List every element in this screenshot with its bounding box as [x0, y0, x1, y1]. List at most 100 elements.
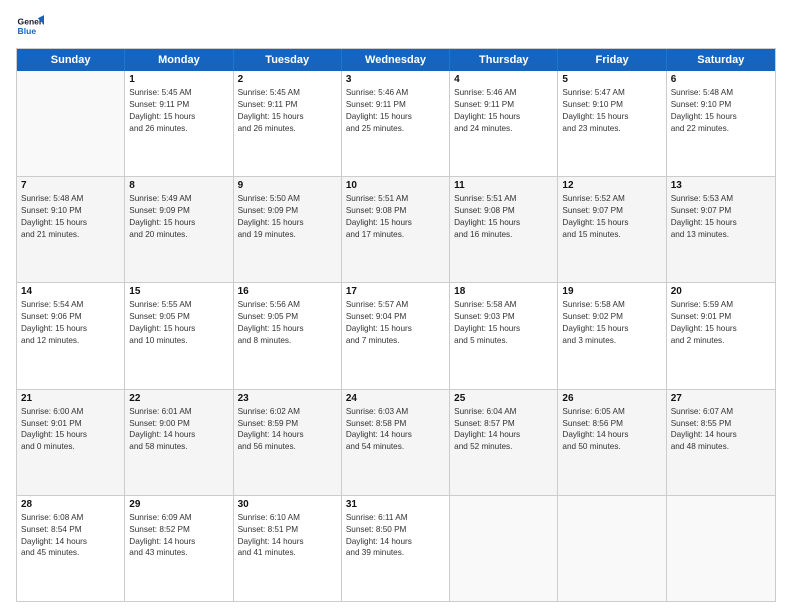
cell-text: and 15 minutes.: [562, 229, 661, 241]
day-number: 9: [238, 180, 337, 191]
day-number: 24: [346, 393, 445, 404]
cell-text: Sunrise: 6:09 AM: [129, 512, 228, 524]
cell-text: and 12 minutes.: [21, 335, 120, 347]
calendar-row: 7Sunrise: 5:48 AMSunset: 9:10 PMDaylight…: [17, 177, 775, 283]
cell-text: Sunset: 9:11 PM: [454, 99, 553, 111]
calendar: SundayMondayTuesdayWednesdayThursdayFrid…: [16, 48, 776, 602]
day-header-sunday: Sunday: [17, 49, 125, 71]
day-number: 23: [238, 393, 337, 404]
day-number: 17: [346, 286, 445, 297]
day-cell-6: 6Sunrise: 5:48 AMSunset: 9:10 PMDaylight…: [667, 71, 775, 176]
day-cell-18: 18Sunrise: 5:58 AMSunset: 9:03 PMDayligh…: [450, 283, 558, 388]
cell-text: Sunrise: 5:58 AM: [454, 299, 553, 311]
day-number: 18: [454, 286, 553, 297]
cell-text: Sunrise: 5:56 AM: [238, 299, 337, 311]
cell-text: Daylight: 15 hours: [671, 111, 771, 123]
cell-text: Sunset: 9:07 PM: [562, 205, 661, 217]
day-number: 28: [21, 499, 120, 510]
cell-text: Sunrise: 5:48 AM: [21, 193, 120, 205]
cell-text: and 21 minutes.: [21, 229, 120, 241]
cell-text: and 50 minutes.: [562, 441, 661, 453]
day-cell-23: 23Sunrise: 6:02 AMSunset: 8:59 PMDayligh…: [234, 390, 342, 495]
day-cell-1: 1Sunrise: 5:45 AMSunset: 9:11 PMDaylight…: [125, 71, 233, 176]
cell-text: Sunset: 8:54 PM: [21, 524, 120, 536]
cell-text: Daylight: 15 hours: [346, 323, 445, 335]
cell-text: and 8 minutes.: [238, 335, 337, 347]
day-number: 10: [346, 180, 445, 191]
cell-text: Sunrise: 5:51 AM: [454, 193, 553, 205]
calendar-body: 1Sunrise: 5:45 AMSunset: 9:11 PMDaylight…: [17, 71, 775, 601]
cell-text: and 26 minutes.: [129, 123, 228, 135]
cell-text: Sunset: 9:06 PM: [21, 311, 120, 323]
cell-text: Daylight: 15 hours: [21, 217, 120, 229]
cell-text: Daylight: 15 hours: [129, 217, 228, 229]
cell-text: Sunrise: 6:02 AM: [238, 406, 337, 418]
cell-text: and 7 minutes.: [346, 335, 445, 347]
day-cell-29: 29Sunrise: 6:09 AMSunset: 8:52 PMDayligh…: [125, 496, 233, 601]
page: General Blue SundayMondayTuesdayWednesda…: [0, 0, 792, 612]
cell-text: Sunrise: 5:46 AM: [454, 87, 553, 99]
cell-text: Sunrise: 5:52 AM: [562, 193, 661, 205]
cell-text: Daylight: 14 hours: [346, 429, 445, 441]
cell-text: Daylight: 15 hours: [562, 323, 661, 335]
cell-text: Sunset: 9:11 PM: [346, 99, 445, 111]
empty-cell: [558, 496, 666, 601]
day-number: 14: [21, 286, 120, 297]
cell-text: Sunrise: 6:01 AM: [129, 406, 228, 418]
cell-text: and 24 minutes.: [454, 123, 553, 135]
cell-text: Sunset: 9:09 PM: [238, 205, 337, 217]
cell-text: and 58 minutes.: [129, 441, 228, 453]
cell-text: Daylight: 14 hours: [671, 429, 771, 441]
cell-text: Sunset: 9:07 PM: [671, 205, 771, 217]
cell-text: Daylight: 14 hours: [129, 536, 228, 548]
cell-text: and 26 minutes.: [238, 123, 337, 135]
cell-text: Sunset: 9:01 PM: [671, 311, 771, 323]
cell-text: Daylight: 15 hours: [129, 323, 228, 335]
cell-text: Daylight: 14 hours: [562, 429, 661, 441]
cell-text: Sunset: 9:00 PM: [129, 418, 228, 430]
calendar-header: SundayMondayTuesdayWednesdayThursdayFrid…: [17, 49, 775, 71]
cell-text: Sunset: 9:05 PM: [238, 311, 337, 323]
cell-text: and 10 minutes.: [129, 335, 228, 347]
cell-text: Sunrise: 6:11 AM: [346, 512, 445, 524]
day-number: 4: [454, 74, 553, 85]
cell-text: Sunset: 8:50 PM: [346, 524, 445, 536]
calendar-row: 1Sunrise: 5:45 AMSunset: 9:11 PMDaylight…: [17, 71, 775, 177]
cell-text: Sunrise: 5:54 AM: [21, 299, 120, 311]
cell-text: Sunset: 9:10 PM: [562, 99, 661, 111]
day-cell-10: 10Sunrise: 5:51 AMSunset: 9:08 PMDayligh…: [342, 177, 450, 282]
day-number: 11: [454, 180, 553, 191]
cell-text: Sunset: 8:57 PM: [454, 418, 553, 430]
cell-text: Sunrise: 6:03 AM: [346, 406, 445, 418]
cell-text: and 16 minutes.: [454, 229, 553, 241]
day-number: 3: [346, 74, 445, 85]
day-cell-3: 3Sunrise: 5:46 AMSunset: 9:11 PMDaylight…: [342, 71, 450, 176]
cell-text: Sunrise: 5:53 AM: [671, 193, 771, 205]
cell-text: Daylight: 15 hours: [238, 111, 337, 123]
cell-text: and 39 minutes.: [346, 547, 445, 559]
cell-text: Sunset: 9:10 PM: [21, 205, 120, 217]
cell-text: and 45 minutes.: [21, 547, 120, 559]
day-header-friday: Friday: [558, 49, 666, 71]
day-number: 29: [129, 499, 228, 510]
cell-text: and 43 minutes.: [129, 547, 228, 559]
cell-text: Sunset: 9:01 PM: [21, 418, 120, 430]
cell-text: and 19 minutes.: [238, 229, 337, 241]
cell-text: and 48 minutes.: [671, 441, 771, 453]
day-number: 8: [129, 180, 228, 191]
day-cell-16: 16Sunrise: 5:56 AMSunset: 9:05 PMDayligh…: [234, 283, 342, 388]
day-number: 30: [238, 499, 337, 510]
empty-cell: [450, 496, 558, 601]
cell-text: and 2 minutes.: [671, 335, 771, 347]
cell-text: Sunset: 9:03 PM: [454, 311, 553, 323]
day-number: 27: [671, 393, 771, 404]
day-cell-25: 25Sunrise: 6:04 AMSunset: 8:57 PMDayligh…: [450, 390, 558, 495]
logo-icon: General Blue: [16, 12, 44, 40]
cell-text: and 22 minutes.: [671, 123, 771, 135]
cell-text: Sunset: 9:08 PM: [346, 205, 445, 217]
cell-text: Sunrise: 6:04 AM: [454, 406, 553, 418]
cell-text: Daylight: 14 hours: [238, 429, 337, 441]
cell-text: and 41 minutes.: [238, 547, 337, 559]
cell-text: Sunrise: 5:51 AM: [346, 193, 445, 205]
cell-text: Sunset: 9:02 PM: [562, 311, 661, 323]
